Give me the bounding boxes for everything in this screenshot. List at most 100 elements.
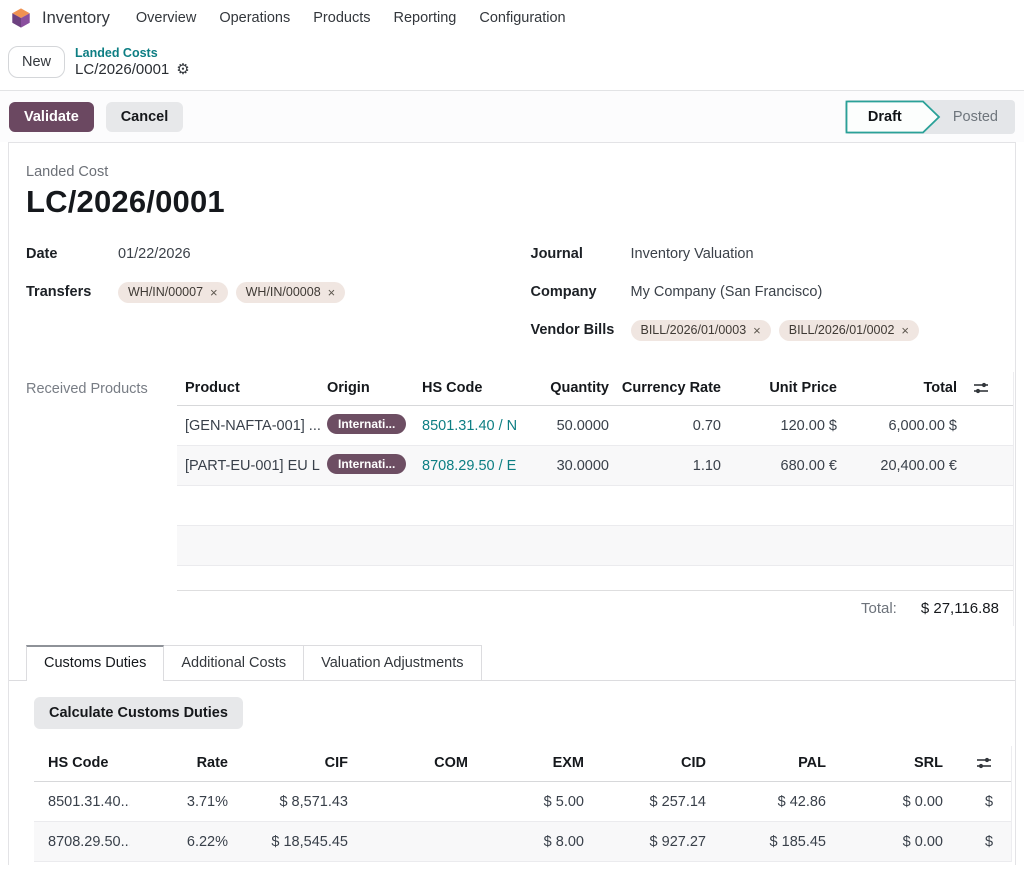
tab-additional-costs[interactable]: Additional Costs bbox=[164, 645, 304, 680]
remove-tag-icon[interactable]: × bbox=[210, 285, 218, 300]
empty-row bbox=[177, 486, 1013, 526]
cell-unit-price: 680.00 € bbox=[723, 458, 839, 474]
validate-button[interactable]: Validate bbox=[9, 102, 94, 132]
vendor-bills-field[interactable]: BILL/2026/01/0003 × BILL/2026/01/0002 × bbox=[631, 320, 920, 341]
cell-srl: $ 0.00 bbox=[828, 794, 945, 810]
cell-cif: $ 18,545.45 bbox=[230, 834, 350, 850]
vendor-bill-tag[interactable]: BILL/2026/01/0003 × bbox=[631, 320, 771, 341]
action-bar: Validate Cancel Draft Posted bbox=[0, 90, 1024, 142]
total-label: Total: bbox=[861, 600, 897, 617]
table-row[interactable]: 8708.29.50... 6.22% $ 18,545.45 $ 8.00 $… bbox=[34, 822, 1011, 862]
vendor-bills-label: Vendor Bills bbox=[531, 322, 631, 338]
journal-label: Journal bbox=[531, 246, 631, 262]
total-value: $ 27,116.88 bbox=[921, 600, 999, 617]
transfer-tag[interactable]: WH/IN/00008 × bbox=[236, 282, 346, 303]
col-currency-rate[interactable]: Currency Rate bbox=[611, 380, 723, 396]
col-hs-code[interactable]: HS Code bbox=[416, 380, 533, 396]
breadcrumb-parent-link[interactable]: Landed Costs bbox=[75, 46, 190, 60]
col-srl[interactable]: SRL bbox=[828, 755, 945, 771]
transfers-field[interactable]: WH/IN/00007 × WH/IN/00008 × bbox=[118, 282, 345, 303]
journal-field[interactable]: Inventory Valuation bbox=[631, 246, 754, 262]
app-name[interactable]: Inventory bbox=[42, 9, 110, 28]
optional-columns-icon[interactable] bbox=[976, 756, 992, 770]
col-com[interactable]: COM bbox=[350, 755, 470, 771]
transfer-tag[interactable]: WH/IN/00007 × bbox=[118, 282, 228, 303]
customs-duties-table: HS Code Rate CIF COM EXM CID PAL SRL bbox=[34, 746, 1012, 862]
calculate-customs-duties-button[interactable]: Calculate Customs Duties bbox=[34, 697, 243, 729]
vendor-bill-tag[interactable]: BILL/2026/01/0002 × bbox=[779, 320, 919, 341]
col-pal[interactable]: PAL bbox=[708, 755, 828, 771]
origin-badge: Internati... bbox=[327, 454, 406, 474]
breadcrumb-current: LC/2026/0001 bbox=[75, 61, 169, 78]
nav-configuration[interactable]: Configuration bbox=[479, 10, 565, 26]
col-product[interactable]: Product bbox=[177, 380, 321, 396]
empty-row bbox=[177, 526, 1013, 566]
col-exm[interactable]: EXM bbox=[470, 755, 586, 771]
col-hs-code[interactable]: HS Code bbox=[34, 755, 130, 771]
field-grid: Date 01/22/2026 Transfers WH/IN/00007 × … bbox=[26, 242, 995, 356]
hs-code-link[interactable]: 8501.31.40 / N bbox=[416, 418, 533, 434]
cell-quantity: 30.0000 bbox=[533, 458, 611, 474]
col-origin[interactable]: Origin bbox=[321, 380, 416, 396]
status-posted[interactable]: Posted bbox=[941, 109, 1015, 125]
inventory-app-icon[interactable] bbox=[10, 7, 32, 29]
cell-currency-rate: 0.70 bbox=[611, 418, 723, 434]
cell-rate: 3.71% bbox=[130, 794, 230, 810]
cell-hs-code: 8501.31.40... bbox=[34, 794, 130, 810]
col-cif[interactable]: CIF bbox=[230, 755, 350, 771]
cell-cid: $ 927.27 bbox=[586, 834, 708, 850]
form-sheet: Landed Cost LC/2026/0001 Date 01/22/2026… bbox=[8, 142, 1016, 865]
new-button[interactable]: New bbox=[8, 46, 65, 78]
table-row[interactable]: 8501.31.40... 3.71% $ 8,571.43 $ 5.00 $ … bbox=[34, 782, 1011, 822]
table-spacer bbox=[177, 566, 1013, 590]
origin-badge: Internati... bbox=[327, 414, 406, 434]
cell-rate: 6.22% bbox=[130, 834, 230, 850]
cell-total: 6,000.00 $ bbox=[839, 418, 959, 434]
table-footer: Total: $ 27,116.88 bbox=[177, 590, 1013, 626]
tab-customs-duties[interactable]: Customs Duties bbox=[26, 645, 164, 681]
tab-valuation-adjustments[interactable]: Valuation Adjustments bbox=[304, 645, 481, 680]
gear-icon[interactable]: ⚙ bbox=[176, 61, 189, 78]
cell-product: [PART-EU-001] EU L... bbox=[177, 458, 321, 474]
status-draft[interactable]: Draft bbox=[845, 100, 941, 134]
cell-product: [GEN-NAFTA-001] ... bbox=[177, 418, 321, 434]
cell-exm: $ 5.00 bbox=[470, 794, 586, 810]
cell-quantity: 50.0000 bbox=[533, 418, 611, 434]
nav-reporting[interactable]: Reporting bbox=[393, 10, 456, 26]
received-products-section: Received Products Product Origin HS Code… bbox=[9, 372, 1015, 626]
col-unit-price[interactable]: Unit Price bbox=[723, 380, 839, 396]
cell-total: 20,400.00 € bbox=[839, 458, 959, 474]
table-row[interactable]: [GEN-NAFTA-001] ... Internati... 8501.31… bbox=[177, 406, 1013, 446]
customs-duties-header: HS Code Rate CIF COM EXM CID PAL SRL bbox=[34, 746, 1011, 782]
cell-unit-price: 120.00 $ bbox=[723, 418, 839, 434]
remove-tag-icon[interactable]: × bbox=[753, 323, 761, 338]
received-products-label: Received Products bbox=[26, 372, 177, 626]
company-field[interactable]: My Company (San Francisco) bbox=[631, 284, 823, 300]
col-quantity[interactable]: Quantity bbox=[533, 380, 611, 396]
cell-exm: $ 8.00 bbox=[470, 834, 586, 850]
remove-tag-icon[interactable]: × bbox=[328, 285, 336, 300]
nav-products[interactable]: Products bbox=[313, 10, 370, 26]
remove-tag-icon[interactable]: × bbox=[901, 323, 909, 338]
table-row[interactable]: [PART-EU-001] EU L... Internati... 8708.… bbox=[177, 446, 1013, 486]
col-rate[interactable]: Rate bbox=[130, 755, 230, 771]
landed-cost-label: Landed Cost bbox=[26, 164, 1015, 180]
status-bar: Draft Posted bbox=[845, 100, 1015, 134]
vendor-bill-tag-label: BILL/2026/01/0003 bbox=[641, 323, 747, 337]
top-navbar: Inventory Overview Operations Products R… bbox=[0, 0, 1024, 36]
hs-code-link[interactable]: 8708.29.50 / E bbox=[416, 458, 533, 474]
optional-columns-icon[interactable] bbox=[973, 381, 989, 395]
cell-overflow: $ bbox=[945, 794, 1012, 810]
company-label: Company bbox=[531, 284, 631, 300]
date-label: Date bbox=[26, 246, 118, 262]
transfer-tag-label: WH/IN/00008 bbox=[246, 285, 321, 299]
date-field[interactable]: 01/22/2026 bbox=[118, 246, 191, 262]
nav-overview[interactable]: Overview bbox=[136, 10, 196, 26]
cancel-button[interactable]: Cancel bbox=[106, 102, 184, 132]
cell-currency-rate: 1.10 bbox=[611, 458, 723, 474]
col-cid[interactable]: CID bbox=[586, 755, 708, 771]
col-total[interactable]: Total bbox=[839, 380, 959, 396]
cell-cid: $ 257.14 bbox=[586, 794, 708, 810]
record-title[interactable]: LC/2026/0001 bbox=[26, 184, 1015, 220]
nav-operations[interactable]: Operations bbox=[219, 10, 290, 26]
